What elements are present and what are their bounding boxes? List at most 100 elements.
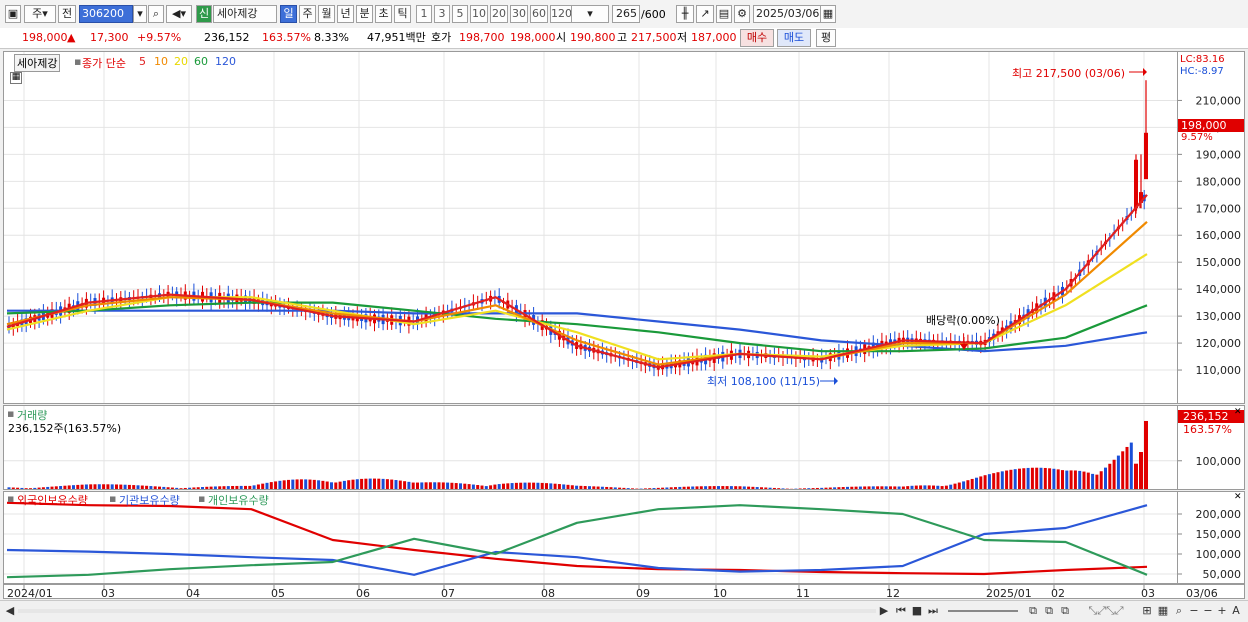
search-icon[interactable]: ⌕ <box>148 5 164 23</box>
volume-bar <box>394 480 398 489</box>
volume-bar <box>463 483 467 489</box>
candle-icon[interactable]: ╫ <box>676 5 694 23</box>
volume-bar <box>127 484 131 489</box>
draw-icon[interactable]: ↗ <box>696 5 714 23</box>
holdings-chart[interactable] <box>4 492 1178 584</box>
volume-bar <box>446 482 450 489</box>
period-tab-3[interactable]: 년 <box>337 5 354 23</box>
ask2: 198,000 <box>510 31 556 44</box>
volume-bar <box>1144 420 1148 489</box>
volume-bar <box>1095 474 1099 489</box>
stop-icon[interactable]: ■ <box>910 604 924 618</box>
market-select[interactable]: 주▾ <box>24 5 56 23</box>
volume-bar <box>235 485 239 489</box>
interval-tab-1[interactable]: 1 <box>416 5 432 23</box>
volume-bar <box>708 486 712 489</box>
volume-bar <box>308 479 312 489</box>
horizontal-scrollbar[interactable] <box>18 609 876 613</box>
zoom-out-icon[interactable]: − <box>1188 604 1200 618</box>
volume-bar <box>1069 470 1073 489</box>
code-dropdown-icon[interactable]: ▾ <box>133 5 147 23</box>
last-icon[interactable]: ⏭ <box>926 604 940 618</box>
volume-bar <box>454 483 458 489</box>
table-icon[interactable]: ▦ <box>1156 604 1170 618</box>
prev-button[interactable]: 전 <box>58 5 76 23</box>
x-tick-label: 05 <box>271 587 285 600</box>
font-size-icon[interactable]: A <box>1230 604 1242 618</box>
scroll-left-icon[interactable]: ◀ <box>4 604 16 618</box>
grid-toggle-icon[interactable]: ▦ <box>10 72 22 84</box>
legend-close-label: 종가 단순 <box>82 57 126 70</box>
draw-tools-icon[interactable]: ⤡⤢⤡⤢ <box>1074 604 1138 618</box>
x-tick-label: 10 <box>713 587 727 600</box>
panel-close-icon-2[interactable]: ✕ <box>1234 492 1242 502</box>
interval-tab-3[interactable]: 3 <box>434 5 450 23</box>
volume-bar <box>471 484 475 489</box>
zoom-in-icon[interactable]: + <box>1216 604 1228 618</box>
minus-icon[interactable]: − <box>1202 604 1214 618</box>
interval-tab-120[interactable]: 120 <box>550 5 572 23</box>
speaker-icon[interactable]: ◀▾ <box>166 5 192 23</box>
volume-bar <box>747 486 751 489</box>
interval-tab-5[interactable]: 5 <box>452 5 468 23</box>
volume-bar <box>897 486 901 489</box>
unit-dropdown[interactable]: ▾ <box>571 5 609 23</box>
period-tab-2[interactable]: 월 <box>318 5 335 23</box>
volume-bar <box>944 485 948 489</box>
volume-bar <box>717 486 720 489</box>
volume-axis: 100,000 236,152 163.57% ✕ <box>1178 405 1245 490</box>
volume-bar <box>209 486 213 489</box>
period-tab-4[interactable]: 분 <box>356 5 373 23</box>
volume-bar <box>510 483 514 489</box>
interval-tab-10[interactable]: 10 <box>470 5 488 23</box>
period-tab-6[interactable]: 틱 <box>394 5 411 23</box>
tool-icon-1[interactable]: ⧉ <box>1026 604 1040 618</box>
volume-bar <box>738 486 742 489</box>
period-tab-5[interactable]: 초 <box>375 5 392 23</box>
volume-bar <box>618 487 622 489</box>
tool-icon-3[interactable]: ⧉ <box>1058 604 1072 618</box>
first-icon[interactable]: ⏮ <box>894 604 908 618</box>
volume-bar <box>665 487 669 489</box>
volume-bar <box>820 487 824 489</box>
volume-bar <box>850 486 854 489</box>
stock-name-field[interactable]: 세아제강 <box>213 5 277 23</box>
volume-bar <box>149 486 153 489</box>
volume-bar <box>910 485 914 489</box>
date-input[interactable]: 2025/03/06 <box>753 5 821 23</box>
zoom-slider[interactable] <box>948 610 1018 612</box>
indicator-icon[interactable]: ⊞ <box>1140 604 1154 618</box>
open-value: 190,800 <box>570 31 616 44</box>
volume-chart[interactable] <box>4 406 1178 490</box>
legend-ma5: 5 <box>139 55 146 68</box>
count-input[interactable]: 265 <box>612 5 640 23</box>
sell-button[interactable]: 매도 <box>777 29 811 47</box>
calendar-icon[interactable]: ▦ <box>820 5 836 23</box>
buy-button[interactable]: 매수 <box>740 29 774 47</box>
volume-bar <box>790 488 794 489</box>
tool-icon-2[interactable]: ⧉ <box>1042 604 1056 618</box>
low-value: 187,000 <box>691 31 737 44</box>
y-tick-label: 130,000 <box>1196 310 1242 323</box>
x-tick-label: 2024/01 <box>7 587 53 600</box>
volume-bar <box>381 478 385 489</box>
scroll-right-icon[interactable]: ▶ <box>878 604 890 618</box>
window-icon[interactable]: ▣ <box>5 5 21 23</box>
code-input[interactable]: 306200 <box>79 5 133 23</box>
zoom-search-icon[interactable]: ⌕ <box>1172 604 1186 618</box>
gear-icon[interactable]: ⚙ <box>734 5 750 23</box>
interval-tab-30[interactable]: 30 <box>510 5 528 23</box>
volume-bar <box>1005 470 1009 489</box>
x-tick-label: 2025/01 <box>986 587 1032 600</box>
period-tab-1[interactable]: 주 <box>299 5 316 23</box>
period-tab-0[interactable]: 일 <box>280 5 297 23</box>
save-icon[interactable]: ▤ <box>716 5 732 23</box>
avg-button[interactable]: 평 <box>816 29 836 47</box>
interval-tab-20[interactable]: 20 <box>490 5 508 23</box>
interval-tab-60[interactable]: 60 <box>530 5 548 23</box>
volume-bar <box>927 485 931 489</box>
panel-close-icon[interactable]: ✕ <box>1234 407 1242 417</box>
volume-bar <box>205 486 209 489</box>
price-chart[interactable] <box>4 52 1178 404</box>
volume-bar <box>824 487 828 489</box>
